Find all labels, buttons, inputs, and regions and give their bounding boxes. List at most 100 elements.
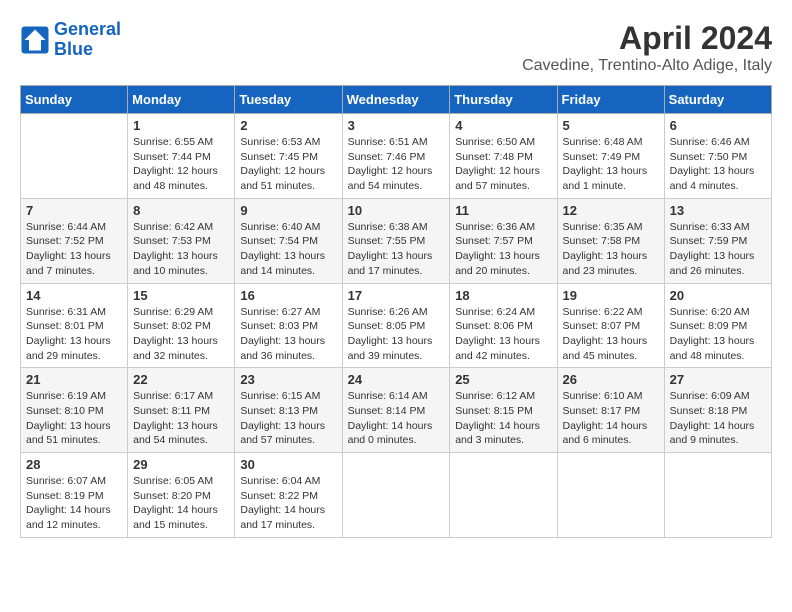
day-info: Sunrise: 6:36 AM Sunset: 7:57 PM Dayligh… <box>455 220 551 279</box>
logo-text: General Blue <box>54 20 121 60</box>
day-info: Sunrise: 6:44 AM Sunset: 7:52 PM Dayligh… <box>26 220 122 279</box>
day-header-sunday: Sunday <box>21 86 128 114</box>
day-number: 3 <box>348 118 445 133</box>
day-number: 23 <box>240 372 336 387</box>
day-info: Sunrise: 6:33 AM Sunset: 7:59 PM Dayligh… <box>670 220 766 279</box>
calendar-cell: 6 Sunrise: 6:46 AM Sunset: 7:50 PM Daylig… <box>664 114 771 199</box>
calendar-cell: 3 Sunrise: 6:51 AM Sunset: 7:46 PM Daylig… <box>342 114 450 199</box>
day-header-thursday: Thursday <box>450 86 557 114</box>
week-row-4: 28 Sunrise: 6:07 AM Sunset: 8:19 PM Dayli… <box>21 453 772 538</box>
day-info: Sunrise: 6:22 AM Sunset: 8:07 PM Dayligh… <box>563 305 659 364</box>
day-info: Sunrise: 6:05 AM Sunset: 8:20 PM Dayligh… <box>133 474 229 533</box>
day-number: 25 <box>455 372 551 387</box>
calendar-cell <box>450 453 557 538</box>
calendar-cell: 8 Sunrise: 6:42 AM Sunset: 7:53 PM Daylig… <box>128 198 235 283</box>
month-title: April 2024 <box>522 20 772 57</box>
day-info: Sunrise: 6:29 AM Sunset: 8:02 PM Dayligh… <box>133 305 229 364</box>
day-info: Sunrise: 6:50 AM Sunset: 7:48 PM Dayligh… <box>455 135 551 194</box>
calendar-cell: 9Sunrise: 6:40 AM Sunset: 7:54 PM Daylig… <box>235 198 342 283</box>
day-info: Sunrise: 6:35 AM Sunset: 7:58 PM Dayligh… <box>563 220 659 279</box>
day-number: 26 <box>563 372 659 387</box>
day-info: Sunrise: 6:09 AM Sunset: 8:18 PM Dayligh… <box>670 389 766 448</box>
day-info: Sunrise: 6:46 AM Sunset: 7:50 PM Dayligh… <box>670 135 766 194</box>
day-number: 1 <box>133 118 229 133</box>
day-info: Sunrise: 6:26 AM Sunset: 8:05 PM Dayligh… <box>348 305 445 364</box>
calendar-cell <box>21 114 128 199</box>
day-number: 12 <box>563 203 659 218</box>
day-header-friday: Friday <box>557 86 664 114</box>
calendar-cell <box>342 453 450 538</box>
day-info: Sunrise: 6:40 AM Sunset: 7:54 PM Dayligh… <box>240 220 336 279</box>
day-number: 22 <box>133 372 229 387</box>
day-number: 11 <box>455 203 551 218</box>
calendar-cell: 2Sunrise: 6:53 AM Sunset: 7:45 PM Daylig… <box>235 114 342 199</box>
calendar-cell: 1 Sunrise: 6:55 AM Sunset: 7:44 PM Daylig… <box>128 114 235 199</box>
day-info: Sunrise: 6:51 AM Sunset: 7:46 PM Dayligh… <box>348 135 445 194</box>
day-info: Sunrise: 6:15 AM Sunset: 8:13 PM Dayligh… <box>240 389 336 448</box>
day-header-monday: Monday <box>128 86 235 114</box>
logo-icon <box>20 25 50 55</box>
day-number: 8 <box>133 203 229 218</box>
day-number: 10 <box>348 203 445 218</box>
calendar-cell: 16Sunrise: 6:27 AM Sunset: 8:03 PM Dayli… <box>235 283 342 368</box>
calendar-cell: 14Sunrise: 6:31 AM Sunset: 8:01 PM Dayli… <box>21 283 128 368</box>
day-info: Sunrise: 6:42 AM Sunset: 7:53 PM Dayligh… <box>133 220 229 279</box>
day-info: Sunrise: 6:24 AM Sunset: 8:06 PM Dayligh… <box>455 305 551 364</box>
calendar-cell: 18Sunrise: 6:24 AM Sunset: 8:06 PM Dayli… <box>450 283 557 368</box>
calendar-cell: 26 Sunrise: 6:10 AM Sunset: 8:17 PM Dayli… <box>557 368 664 453</box>
calendar-table: SundayMondayTuesdayWednesdayThursdayFrid… <box>20 85 772 538</box>
calendar-cell: 22 Sunrise: 6:17 AM Sunset: 8:11 PM Dayli… <box>128 368 235 453</box>
day-number: 6 <box>670 118 766 133</box>
day-info: Sunrise: 6:12 AM Sunset: 8:15 PM Dayligh… <box>455 389 551 448</box>
day-number: 20 <box>670 288 766 303</box>
day-info: Sunrise: 6:14 AM Sunset: 8:14 PM Dayligh… <box>348 389 445 448</box>
calendar-header-row: SundayMondayTuesdayWednesdayThursdayFrid… <box>21 86 772 114</box>
day-number: 17 <box>348 288 445 303</box>
day-header-tuesday: Tuesday <box>235 86 342 114</box>
day-number: 15 <box>133 288 229 303</box>
day-info: Sunrise: 6:31 AM Sunset: 8:01 PM Dayligh… <box>26 305 122 364</box>
day-number: 4 <box>455 118 551 133</box>
calendar-cell <box>557 453 664 538</box>
week-row-2: 14Sunrise: 6:31 AM Sunset: 8:01 PM Dayli… <box>21 283 772 368</box>
day-info: Sunrise: 6:17 AM Sunset: 8:11 PM Dayligh… <box>133 389 229 448</box>
day-number: 19 <box>563 288 659 303</box>
day-info: Sunrise: 6:19 AM Sunset: 8:10 PM Dayligh… <box>26 389 122 448</box>
location-subtitle: Cavedine, Trentino-Alto Adige, Italy <box>522 57 772 75</box>
calendar-cell: 21 Sunrise: 6:19 AM Sunset: 8:10 PM Dayli… <box>21 368 128 453</box>
day-number: 5 <box>563 118 659 133</box>
week-row-1: 7 Sunrise: 6:44 AM Sunset: 7:52 PM Daylig… <box>21 198 772 283</box>
day-info: Sunrise: 6:20 AM Sunset: 8:09 PM Dayligh… <box>670 305 766 364</box>
day-number: 28 <box>26 457 122 472</box>
day-number: 13 <box>670 203 766 218</box>
day-header-wednesday: Wednesday <box>342 86 450 114</box>
calendar-cell: 5 Sunrise: 6:48 AM Sunset: 7:49 PM Daylig… <box>557 114 664 199</box>
calendar-cell: 20 Sunrise: 6:20 AM Sunset: 8:09 PM Dayli… <box>664 283 771 368</box>
day-info: Sunrise: 6:48 AM Sunset: 7:49 PM Dayligh… <box>563 135 659 194</box>
calendar-cell: 29Sunrise: 6:05 AM Sunset: 8:20 PM Dayli… <box>128 453 235 538</box>
calendar-cell: 17 Sunrise: 6:26 AM Sunset: 8:05 PM Dayli… <box>342 283 450 368</box>
calendar-cell: 12 Sunrise: 6:35 AM Sunset: 7:58 PM Dayli… <box>557 198 664 283</box>
day-header-saturday: Saturday <box>664 86 771 114</box>
day-info: Sunrise: 6:07 AM Sunset: 8:19 PM Dayligh… <box>26 474 122 533</box>
week-row-3: 21 Sunrise: 6:19 AM Sunset: 8:10 PM Dayli… <box>21 368 772 453</box>
day-info: Sunrise: 6:55 AM Sunset: 7:44 PM Dayligh… <box>133 135 229 194</box>
calendar-cell: 25 Sunrise: 6:12 AM Sunset: 8:15 PM Dayli… <box>450 368 557 453</box>
calendar-cell: 13 Sunrise: 6:33 AM Sunset: 7:59 PM Dayli… <box>664 198 771 283</box>
day-number: 7 <box>26 203 122 218</box>
calendar-cell: 4 Sunrise: 6:50 AM Sunset: 7:48 PM Daylig… <box>450 114 557 199</box>
day-number: 16 <box>240 288 336 303</box>
calendar-cell: 24 Sunrise: 6:14 AM Sunset: 8:14 PM Dayli… <box>342 368 450 453</box>
calendar-body: 1 Sunrise: 6:55 AM Sunset: 7:44 PM Daylig… <box>21 114 772 538</box>
calendar-cell: 15 Sunrise: 6:29 AM Sunset: 8:02 PM Dayli… <box>128 283 235 368</box>
day-info: Sunrise: 6:38 AM Sunset: 7:55 PM Dayligh… <box>348 220 445 279</box>
day-number: 24 <box>348 372 445 387</box>
calendar-cell: 28 Sunrise: 6:07 AM Sunset: 8:19 PM Dayli… <box>21 453 128 538</box>
calendar-cell: 7 Sunrise: 6:44 AM Sunset: 7:52 PM Daylig… <box>21 198 128 283</box>
day-number: 30 <box>240 457 336 472</box>
page-header: General Blue April 2024 Cavedine, Trenti… <box>20 20 772 75</box>
day-number: 21 <box>26 372 122 387</box>
day-info: Sunrise: 6:10 AM Sunset: 8:17 PM Dayligh… <box>563 389 659 448</box>
calendar-cell: 19 Sunrise: 6:22 AM Sunset: 8:07 PM Dayli… <box>557 283 664 368</box>
day-info: Sunrise: 6:04 AM Sunset: 8:22 PM Dayligh… <box>240 474 336 533</box>
